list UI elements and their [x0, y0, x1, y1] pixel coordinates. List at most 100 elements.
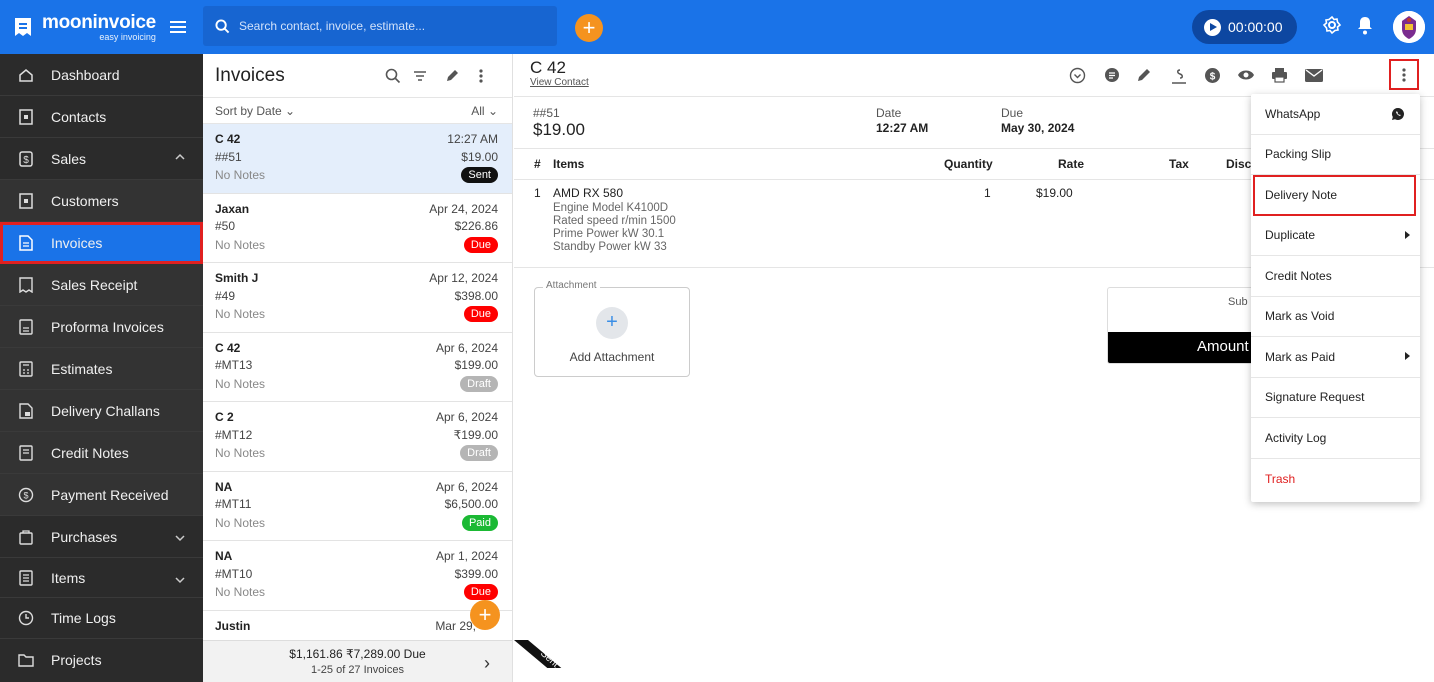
invoice-row[interactable]: NA Apr 6, 2024 #MT11 $6,500.00 No Notes Pai…	[203, 472, 512, 541]
email-icon[interactable]	[1305, 69, 1323, 82]
invoice-list-panel: Invoices Sort by Date ⌄ All ⌄ C 42 12:27 …	[203, 54, 513, 682]
chevron-down-icon: ⌄	[285, 103, 296, 118]
status-badge: Paid	[461, 514, 498, 531]
sort-label: Sort by Date	[215, 103, 282, 118]
invoice-date: Apr 1, 2024	[435, 549, 498, 563]
list-title: Invoices	[215, 64, 285, 86]
col-quantity: Quantity	[944, 157, 993, 171]
sidebar-item-delivery-challans[interactable]: Delivery Challans	[0, 390, 203, 432]
filter-icon[interactable]	[412, 68, 428, 84]
template-icon[interactable]	[1104, 67, 1120, 83]
sidebar-item-label: Dashboard	[51, 66, 120, 83]
menu-item-label: Packing Slip	[1265, 147, 1332, 162]
customers-icon	[18, 192, 34, 209]
brand[interactable]: mooninvoice easy invoicing	[0, 0, 202, 54]
attachment-box[interactable]: Attachment + Add Attachment	[534, 280, 690, 377]
sidebar-item-payment-received[interactable]: $ Payment Received	[0, 474, 203, 516]
invoice-notes: No Notes	[215, 446, 266, 460]
more-options-menu: WhatsApp Packing Slip Delivery Note Dupl…	[1251, 94, 1420, 502]
app-logo-icon	[15, 18, 31, 36]
invoice-amount: $398.00	[454, 288, 498, 303]
menu-item-label: Activity Log	[1265, 430, 1327, 445]
sidebar-item-invoices[interactable]: Invoices	[0, 222, 203, 264]
menu-toggle-icon[interactable]	[169, 21, 186, 33]
print-icon[interactable]	[1271, 67, 1288, 83]
sidebar-item-estimates[interactable]: Estimates	[0, 348, 203, 390]
payment-icon[interactable]: $	[1204, 67, 1221, 84]
search-input[interactable]	[239, 19, 539, 33]
more-vertical-icon[interactable]	[479, 68, 483, 84]
filter-dropdown[interactable]: All ⌄	[471, 104, 498, 118]
col-items: Items	[553, 157, 585, 171]
status-badge: Draft	[460, 445, 498, 461]
items-icon	[18, 569, 34, 586]
menu-item-delivery-note[interactable]: Delivery Note	[1253, 175, 1416, 216]
invoice-row[interactable]: NA Apr 1, 2024 #MT10 $399.00 No Notes Due	[203, 541, 512, 611]
add-invoice-button[interactable]: +	[470, 600, 500, 630]
invoice-date: Apr 6, 2024	[435, 340, 498, 355]
invoice-notes: No Notes	[215, 168, 266, 182]
menu-item-packing-slip[interactable]: Packing Slip	[1251, 135, 1420, 175]
sidebar-item-sales[interactable]: $ Sales	[0, 138, 203, 180]
menu-item-trash[interactable]: Trash	[1251, 459, 1420, 500]
invoice-row[interactable]: Jaxan Apr 24, 2024 #50 $226.86 No Notes Due	[203, 194, 512, 263]
sidebar-item-items[interactable]: Items	[0, 558, 203, 598]
invoice-row[interactable]: Smith J Apr 12, 2024 #49 $398.00 No Notes D…	[203, 263, 512, 333]
menu-item-credit-notes[interactable]: Credit Notes	[1251, 256, 1420, 297]
menu-item-mark-as-paid[interactable]: Mark as Paid	[1251, 337, 1420, 378]
submenu-arrow-icon	[1405, 230, 1410, 239]
sidebar-item-label: Credit Notes	[51, 444, 129, 461]
signature-icon[interactable]	[1170, 67, 1188, 85]
detail-title: C 42	[530, 58, 566, 77]
add-attachment-label: Add Attachment	[569, 350, 655, 364]
edit-icon[interactable]	[444, 68, 460, 84]
sidebar-item-dashboard[interactable]: Dashboard	[0, 54, 203, 96]
sidebar-item-projects[interactable]: Projects	[0, 639, 203, 681]
user-avatar[interactable]	[1393, 11, 1425, 43]
menu-item-activity-log[interactable]: Activity Log	[1251, 418, 1420, 459]
invoice-date: Apr 6, 2024	[435, 479, 498, 494]
invoice-icon	[18, 234, 34, 251]
sidebar-item-label: Delivery Challans	[51, 402, 160, 419]
sidebar-item-customers[interactable]: Customers	[0, 180, 203, 222]
status-check-icon[interactable]	[1069, 67, 1086, 84]
col-index: #	[534, 157, 541, 171]
invoice-client: Jaxan	[215, 201, 250, 216]
sort-dropdown[interactable]: Sort by Date ⌄	[215, 104, 295, 118]
invoice-notes: No Notes	[215, 515, 266, 530]
menu-item-label: Duplicate	[1265, 228, 1316, 243]
add-new-button[interactable]: +	[575, 14, 603, 42]
sidebar-item-sales-receipt[interactable]: Sales Receipt	[0, 264, 203, 306]
notifications-icon[interactable]	[1357, 16, 1373, 35]
menu-item-duplicate[interactable]: Duplicate	[1251, 216, 1420, 256]
view-contact-link[interactable]: View Contact	[530, 77, 1434, 88]
home-icon	[18, 67, 34, 83]
menu-item-whatsapp[interactable]: WhatsApp	[1251, 94, 1420, 135]
invoice-row[interactable]: C 42 Apr 6, 2024 #MT13 $199.00 No Notes Dra…	[203, 333, 512, 402]
settings-icon[interactable]	[1322, 15, 1342, 35]
sidebar-item-purchases[interactable]: Purchases	[0, 516, 203, 558]
menu-item-signature-request[interactable]: Signature Request	[1251, 378, 1420, 418]
menu-item-label: Signature Request	[1265, 390, 1365, 405]
next-page-icon[interactable]: ›	[484, 653, 490, 674]
status-badge: Sent	[461, 167, 498, 183]
edit-icon[interactable]	[1136, 67, 1152, 83]
plus-icon[interactable]: +	[596, 307, 628, 339]
timer-button[interactable]: 00:00:00	[1192, 10, 1297, 44]
sidebar-item-proforma-invoices[interactable]: Proforma Invoices	[0, 306, 203, 348]
menu-item-label: Delivery Note	[1265, 187, 1338, 202]
sidebar-item-time-logs[interactable]: Time Logs	[0, 598, 203, 639]
totals-box: Sub Amount	[1107, 287, 1257, 364]
preview-icon[interactable]	[1237, 69, 1255, 81]
invoice-row[interactable]: C 2 Apr 6, 2024 #MT12 ₹199.00 No Notes Draf…	[203, 402, 512, 472]
more-options-button[interactable]	[1389, 59, 1419, 90]
search-icon[interactable]	[385, 68, 401, 84]
sidebar-item-contacts[interactable]: Contacts	[0, 96, 203, 138]
timer-value: 00:00:00	[1228, 19, 1283, 35]
brand-tagline: easy invoicing	[99, 31, 156, 42]
sidebar-item-credit-notes[interactable]: Credit Notes	[0, 432, 203, 474]
invoice-row[interactable]: C 42 12:27 AM ##51 $19.00 No Notes Sent	[203, 124, 512, 194]
sidebar-item-label: Sales Receipt	[51, 276, 138, 293]
menu-item-mark-as-void[interactable]: Mark as Void	[1251, 297, 1420, 337]
chevron-down-icon	[175, 535, 185, 542]
